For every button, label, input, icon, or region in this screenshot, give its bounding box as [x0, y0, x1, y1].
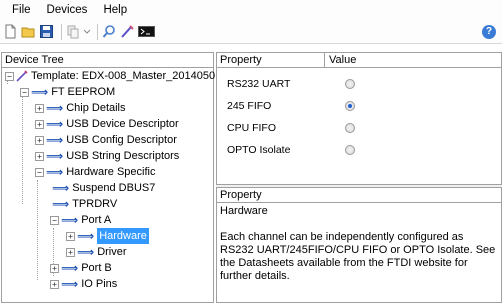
toolbar-separator	[61, 23, 62, 40]
help-icon[interactable]: ?	[482, 25, 496, 39]
description-title: Hardware	[220, 205, 268, 217]
tree-item-label: Template: EDX-008_Master_2014050	[31, 70, 216, 82]
device-tree-pane: Device Tree − Template: EDX-008_Master_2…	[1, 52, 215, 303]
arrow-icon: ⟹	[77, 229, 95, 243]
expand-toggle[interactable]: +	[50, 263, 59, 273]
property-row-opto-isolate: OPTO Isolate	[217, 139, 501, 161]
collapse-toggle[interactable]: −	[50, 215, 59, 225]
tree-item-suspend-dbus7[interactable]: ⟹ Suspend DBUS7	[52, 180, 155, 196]
toolbar: ?	[0, 20, 502, 44]
search-icon[interactable]	[102, 24, 117, 39]
expand-toggle[interactable]: +	[35, 103, 44, 113]
tree-item-ft-eeprom[interactable]: − ⟹ FT EEPROM	[20, 84, 115, 100]
tree-item-label-selected: Hardware	[97, 228, 149, 244]
program-icon[interactable]	[120, 24, 135, 39]
arrow-icon: ⟹	[77, 245, 95, 259]
property-name: 245 FIFO	[227, 100, 272, 112]
property-grid: Property Value RS232 UART 245 FIFO CPU F…	[216, 52, 502, 185]
tree-item-label: USB Config Descriptor	[66, 134, 177, 146]
tree-item-label: USB String Descriptors	[66, 150, 180, 162]
new-document-icon[interactable]	[3, 24, 18, 39]
arrow-icon: ⟹	[46, 149, 64, 163]
tree-item-label: TPRDRV	[72, 198, 118, 210]
expand-toggle[interactable]: +	[50, 279, 59, 289]
tree-item-hardware-specific[interactable]: − ⟹ Hardware Specific	[35, 164, 155, 180]
collapse-toggle[interactable]: −	[20, 87, 29, 97]
tree-item-io-pins[interactable]: + ⟹ IO Pins	[50, 276, 117, 292]
tree-item-port-a[interactable]: − ⟹ Port A	[50, 212, 111, 228]
expand-toggle[interactable]: +	[35, 151, 44, 161]
radio-rs232-uart[interactable]	[345, 79, 355, 89]
property-row-245-fifo: 245 FIFO	[217, 95, 501, 117]
menu-devices[interactable]: Devices	[39, 0, 96, 20]
arrow-icon: ⟹	[61, 261, 79, 275]
arrow-icon: ⟹	[52, 181, 70, 195]
collapse-toggle[interactable]: −	[35, 167, 44, 177]
tree-item-label: Chip Details	[66, 102, 126, 114]
tree-item-port-b[interactable]: + ⟹ Port B	[50, 260, 112, 276]
expand-toggle[interactable]: +	[35, 119, 44, 129]
device-tree-header: Device Tree	[2, 53, 213, 68]
column-header-property: Property	[217, 53, 325, 67]
tree-item-chip-details[interactable]: + ⟹ Chip Details	[35, 100, 126, 116]
tree-item-hardware[interactable]: + ⟹ Hardware	[66, 228, 149, 244]
arrow-icon: ⟹	[46, 133, 64, 147]
tree-item-label: Port B	[81, 262, 112, 274]
tree-item-label: IO Pins	[81, 278, 118, 290]
arrow-icon: ⟹	[61, 277, 79, 291]
tree-item-label: FT EEPROM	[51, 86, 116, 98]
arrow-icon: ⟹	[31, 85, 49, 99]
wand-icon	[16, 70, 28, 82]
arrow-icon: ⟹	[46, 117, 64, 131]
property-grid-header: Property Value	[217, 53, 501, 68]
property-row-cpu-fifo: CPU FIFO	[217, 117, 501, 139]
property-name: CPU FIFO	[227, 122, 276, 134]
save-icon[interactable]	[39, 24, 54, 39]
description-pane: Property Hardware Each channel can be in…	[216, 187, 502, 303]
property-name: RS232 UART	[227, 78, 291, 90]
expand-toggle[interactable]: +	[66, 231, 75, 241]
tree-item-label: Driver	[97, 246, 127, 258]
tree-item-label: Suspend DBUS7	[72, 182, 156, 194]
column-header-value: Value	[329, 54, 357, 66]
console-icon[interactable]	[138, 24, 155, 39]
tree-item-usb-string-descriptors[interactable]: + ⟹ USB String Descriptors	[35, 148, 179, 164]
menu-help[interactable]: Help	[95, 0, 135, 20]
menu-file[interactable]: File	[4, 0, 39, 20]
expand-toggle[interactable]: +	[66, 247, 75, 257]
tree-item-usb-config-descriptor[interactable]: + ⟹ USB Config Descriptor	[35, 132, 177, 148]
toolbar-separator	[97, 23, 98, 40]
property-row-rs232-uart: RS232 UART	[217, 73, 501, 95]
copy-icon[interactable]	[66, 24, 81, 39]
tree-item-template[interactable]: − Template: EDX-008_Master_2014050	[5, 68, 215, 84]
radio-opto-isolate[interactable]	[345, 145, 355, 155]
property-name: OPTO Isolate	[227, 144, 291, 156]
expand-toggle[interactable]: +	[35, 135, 44, 145]
tree-item-tprdrv[interactable]: ⟹ TPRDRV	[52, 196, 117, 212]
arrow-icon: ⟹	[46, 165, 64, 179]
chevron-down-icon[interactable]	[83, 24, 91, 39]
radio-245-fifo[interactable]	[345, 101, 355, 111]
arrow-icon: ⟹	[46, 101, 64, 115]
description-header: Property	[217, 188, 501, 203]
arrow-icon: ⟹	[52, 197, 70, 211]
collapse-toggle[interactable]: −	[5, 71, 14, 81]
open-folder-icon[interactable]	[21, 24, 36, 39]
arrow-icon: ⟹	[61, 213, 79, 227]
tree-item-driver[interactable]: + ⟹ Driver	[66, 244, 127, 260]
description-text: Each channel can be independently config…	[220, 231, 496, 282]
radio-cpu-fifo[interactable]	[345, 123, 355, 133]
tree-item-usb-device-descriptor[interactable]: + ⟹ USB Device Descriptor	[35, 116, 179, 132]
menu-bar: File Devices Help	[0, 0, 502, 20]
tree-item-label: USB Device Descriptor	[66, 118, 179, 130]
tree-item-label: Port A	[81, 214, 112, 226]
tree-item-label: Hardware Specific	[66, 166, 156, 178]
